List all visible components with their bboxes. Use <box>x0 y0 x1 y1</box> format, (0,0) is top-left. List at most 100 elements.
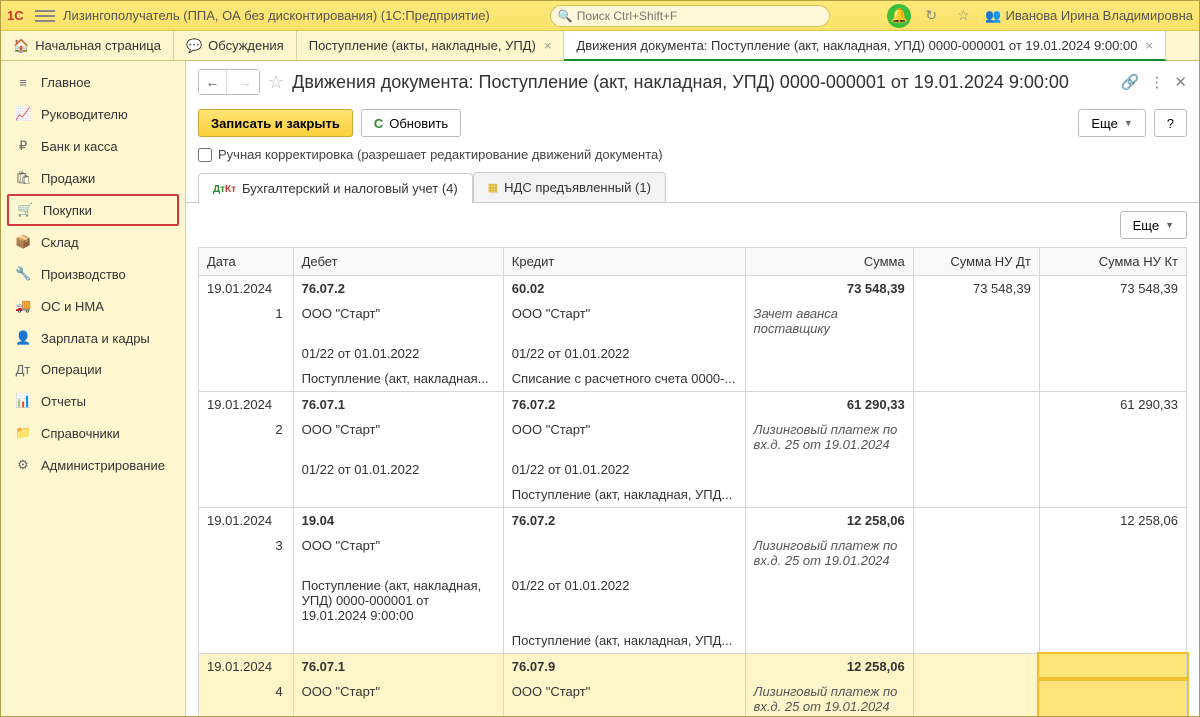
sidebar-item-icon: ≡ <box>15 75 31 90</box>
sidebar-item[interactable]: 📈Руководителю <box>1 98 185 130</box>
app-tab[interactable]: Поступление (акты, накладные, УПД) × <box>297 31 565 60</box>
column-header[interactable]: Сумма <box>745 248 913 276</box>
nav-back-button[interactable]: ← <box>199 70 227 94</box>
dk-icon: ДтКт <box>213 183 236 195</box>
manual-correction-label: Ручная корректировка (разрешает редактир… <box>218 147 663 162</box>
cell-debit-detail <box>293 628 503 654</box>
grid-more-label: Еще <box>1133 218 1159 233</box>
column-header[interactable]: Сумма НУ Кт <box>1039 248 1186 276</box>
sidebar-item-label: Главное <box>41 75 91 90</box>
kebab-menu-icon[interactable]: ⋮ <box>1149 73 1164 91</box>
table-row[interactable]: 19.01.202476.07.260.0273 548,3973 548,39… <box>199 276 1187 302</box>
table-row[interactable]: Поступление (акт, накладная...Списание с… <box>199 366 1187 392</box>
link-icon[interactable]: 🔗 <box>1121 73 1140 91</box>
cell-debit-detail: ООО "Старт" <box>293 679 503 716</box>
table-row[interactable]: Поступление (акт, накладная, УПД... <box>199 482 1187 508</box>
table-row[interactable]: 01/22 от 01.01.202201/22 от 01.01.2022 <box>199 457 1187 482</box>
sidebar-item[interactable]: ₽Банк и касса <box>1 130 185 162</box>
table-row[interactable]: 1ООО "Старт"ООО "Старт"Зачет аванса пост… <box>199 301 1187 341</box>
cell-sum-note: Лизинговый платеж по вх.д. 25 от 19.01.2… <box>745 533 913 573</box>
sidebar-item-label: Производство <box>41 267 126 282</box>
burger-menu-icon[interactable] <box>35 6 55 26</box>
sidebar-item[interactable]: ⚙Администрирование <box>1 449 185 481</box>
cell-date: 19.01.2024 <box>199 508 294 534</box>
page-title: Движения документа: Поступление (акт, на… <box>292 72 1113 93</box>
tab-label: Поступление (акты, накладные, УПД) <box>309 38 536 53</box>
sidebar-item[interactable]: 📊Отчеты <box>1 385 185 417</box>
sidebar-item[interactable]: 🚚ОС и НМА <box>1 290 185 322</box>
tab-close-icon[interactable]: × <box>544 38 552 53</box>
sidebar-item-icon: 📁 <box>15 425 31 441</box>
notifications-icon[interactable]: 🔔 <box>887 4 911 28</box>
more-button[interactable]: Еще ▼ <box>1078 109 1145 137</box>
cell-row-number: 4 <box>199 679 294 716</box>
cell-empty <box>913 628 1039 654</box>
sidebar-item[interactable]: 🛒Покупки <box>7 194 179 226</box>
column-header[interactable]: Дебет <box>293 248 503 276</box>
manual-correction-checkbox[interactable] <box>198 148 212 162</box>
table-row[interactable]: Поступление (акт, накладная, УПД) 0000-0… <box>199 573 1187 628</box>
app-tabs: 🏠Начальная страница💬ОбсужденияПоступлени… <box>1 31 1199 61</box>
table-row[interactable]: 2ООО "Старт"ООО "Старт"Лизинговый платеж… <box>199 417 1187 457</box>
more-label: Еще <box>1091 116 1117 131</box>
column-header[interactable]: Дата <box>199 248 294 276</box>
tab-label: Движения документа: Поступление (акт, на… <box>576 38 1137 53</box>
table-row[interactable]: 19.01.202419.0476.07.212 258,0612 258,06 <box>199 508 1187 534</box>
sidebar-item[interactable]: 🛍Продажи <box>1 162 185 194</box>
refresh-button[interactable]: С Обновить <box>361 109 461 137</box>
column-header[interactable]: Сумма НУ Дт <box>913 248 1039 276</box>
cell-empty <box>913 679 1039 716</box>
cell-credit-detail: ООО "Старт" <box>503 301 745 341</box>
sidebar-item[interactable]: 📁Справочники <box>1 417 185 449</box>
subtab-label: Бухгалтерский и налоговый учет (4) <box>242 181 458 196</box>
sidebar-item[interactable]: ДтОперации <box>1 354 185 385</box>
cell-empty <box>1039 457 1186 482</box>
favorite-star-icon[interactable]: ☆ <box>268 72 284 93</box>
sidebar-item-icon: 🛒 <box>17 202 33 218</box>
history-icon[interactable]: ↻ <box>919 4 943 28</box>
subtab[interactable]: ДтКт Бухгалтерский и налоговый учет (4) <box>198 173 473 203</box>
cell-sum-note: Лизинговый платеж по вх.д. 25 от 19.01.2… <box>745 679 913 716</box>
sidebar-item[interactable]: ≡ Главное <box>1 67 185 98</box>
app-tab[interactable]: 🏠Начальная страница <box>1 31 174 60</box>
cell-nu-dt <box>913 392 1039 418</box>
subtab[interactable]: ▦НДС предъявленный (1) <box>473 172 666 202</box>
sidebar-item-icon: 📦 <box>15 234 31 250</box>
table-row[interactable]: 01/22 от 01.01.202201/22 от 01.01.2022 <box>199 341 1187 366</box>
app-tab[interactable]: Движения документа: Поступление (акт, на… <box>564 31 1166 61</box>
cell-credit-detail: Поступление (акт, накладная, УПД... <box>503 628 745 654</box>
chat-icon: 💬 <box>186 38 202 54</box>
grid-more-button[interactable]: Еще ▼ <box>1120 211 1187 239</box>
app-tab[interactable]: 💬Обсуждения <box>174 31 297 60</box>
tab-close-icon[interactable]: × <box>1145 38 1153 53</box>
chevron-down-icon: ▼ <box>1124 118 1133 128</box>
favorite-icon[interactable]: ☆ <box>951 4 975 28</box>
help-button[interactable]: ? <box>1154 109 1187 137</box>
column-header[interactable]: Кредит <box>503 248 745 276</box>
sidebar-item-label: Банк и касса <box>41 139 118 154</box>
table-row[interactable]: 19.01.202476.07.176.07.912 258,06 <box>199 654 1187 680</box>
global-search[interactable]: 🔍 <box>550 5 830 27</box>
user-menu[interactable]: 👥 Иванова Ирина Владимировна <box>985 8 1193 24</box>
sidebar-item[interactable]: 📦 Склад <box>1 226 185 258</box>
movements-grid[interactable]: ДатаДебетКредитСуммаСумма НУ ДтСумма НУ … <box>198 247 1187 716</box>
sidebar-item[interactable]: 👤Зарплата и кадры <box>1 322 185 354</box>
close-page-icon[interactable]: ✕ <box>1174 73 1187 91</box>
cell-empty <box>199 482 294 508</box>
table-row[interactable]: 3ООО "Старт" Лизинговый платеж по вх.д. 2… <box>199 533 1187 573</box>
cell-debit-detail: ООО "Старт" <box>293 533 503 573</box>
cell-row-number: 3 <box>199 533 294 573</box>
search-input[interactable] <box>550 5 830 27</box>
sidebar-item[interactable]: 🔧Производство <box>1 258 185 290</box>
nav-forward-button[interactable]: → <box>231 70 259 94</box>
sidebar-item-icon: 🚚 <box>15 298 31 314</box>
cell-nu-dt <box>913 654 1039 680</box>
sidebar-item-label: Руководителю <box>41 107 128 122</box>
table-row[interactable]: Поступление (акт, накладная, УПД... <box>199 628 1187 654</box>
sidebar-item-label: Склад <box>41 235 79 250</box>
table-row[interactable]: 19.01.202476.07.176.07.261 290,3361 290,… <box>199 392 1187 418</box>
table-row[interactable]: 4ООО "Старт"ООО "Старт"Лизинговый платеж… <box>199 679 1187 716</box>
sidebar-item-icon: Дт <box>15 362 31 377</box>
save-and-close-button[interactable]: Записать и закрыть <box>198 109 353 137</box>
cell-date: 19.01.2024 <box>199 392 294 418</box>
